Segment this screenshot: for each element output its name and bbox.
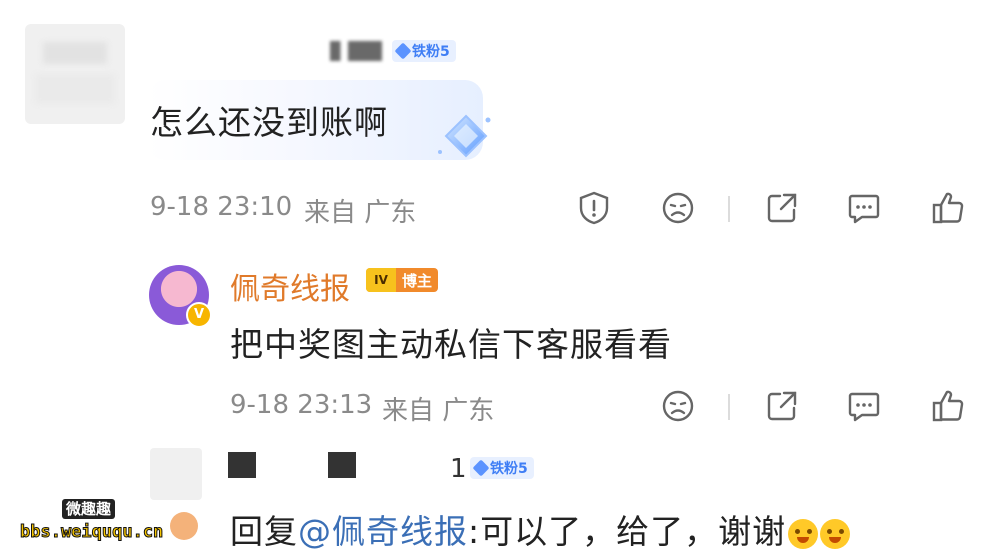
- report-icon[interactable]: [576, 190, 612, 226]
- comment-source: 来自 广东: [304, 198, 417, 228]
- avatar[interactable]: [25, 24, 125, 124]
- reply-time: 9-18 23:13: [230, 390, 373, 420]
- fan-level-badge: 铁粉5: [392, 40, 456, 62]
- site-watermark: 微趣趣 bbs.weiququ.cn: [19, 498, 210, 554]
- watermark-url: bbs.weiququ.cn: [19, 522, 164, 543]
- diamond-decoration-icon: [438, 114, 491, 158]
- comment-text: 怎么还没到账啊: [150, 103, 388, 142]
- diamond-icon: [394, 42, 412, 60]
- dislike-icon[interactable]: [660, 388, 696, 424]
- comment-icon[interactable]: [846, 388, 882, 424]
- like-icon[interactable]: [930, 190, 966, 226]
- username-redacted: [228, 452, 256, 478]
- reply-source: 来自 广东: [382, 396, 495, 426]
- reply-text: 回复@佩奇线报:可以了，给了，谢谢: [230, 505, 851, 553]
- username-partial[interactable]: 1: [450, 454, 467, 484]
- avatar[interactable]: [150, 448, 202, 500]
- username-blurred[interactable]: [330, 41, 382, 61]
- mention-link[interactable]: @佩奇线报: [298, 512, 468, 551]
- crown-icon: IV: [366, 268, 396, 292]
- dislike-icon[interactable]: [660, 190, 696, 226]
- blogger-name[interactable]: 佩奇线报: [230, 264, 350, 308]
- username-redacted: [328, 452, 356, 478]
- verified-badge: V: [186, 302, 212, 328]
- laugh-cry-emoji-icon: [788, 518, 819, 549]
- comment-icon[interactable]: [846, 190, 882, 226]
- laugh-cry-emoji-icon: [820, 518, 851, 549]
- watermark-title: 微趣趣: [62, 499, 116, 519]
- fan-level-badge: 铁粉5: [470, 457, 534, 479]
- like-icon[interactable]: [930, 388, 966, 424]
- divider: [728, 394, 730, 420]
- diamond-icon: [472, 459, 490, 477]
- divider: [728, 196, 730, 222]
- share-icon[interactable]: [764, 190, 800, 226]
- reply-text: 把中奖图主动私信下客服看看: [230, 325, 672, 364]
- host-badge: IV 博主: [366, 268, 439, 292]
- mascot-icon: [170, 512, 198, 540]
- comment-time: 9-18 23:10: [150, 192, 293, 222]
- share-icon[interactable]: [764, 388, 800, 424]
